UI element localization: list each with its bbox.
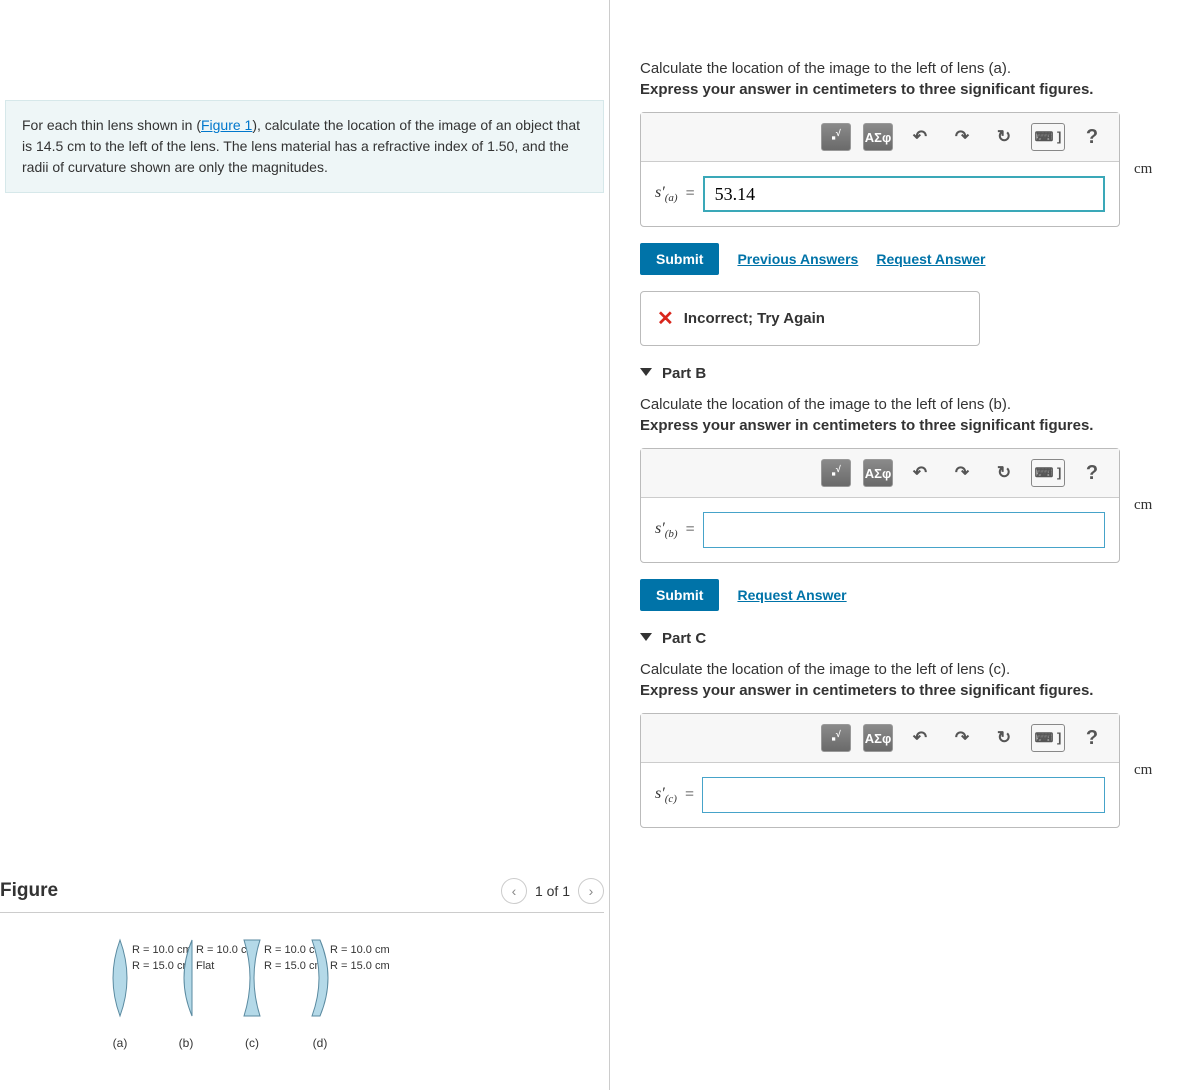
figure-title: Figure — [0, 880, 58, 902]
part-a-prompt: Calculate the location of the image to t… — [640, 60, 1200, 77]
part-b-header[interactable]: Part B — [640, 364, 1200, 382]
unit-c: cm — [1134, 762, 1152, 779]
input-toolbar: ▪√ ΑΣφ ↶ ↷ ↻ ⌨ ] ? — [641, 113, 1119, 162]
answer-input-b[interactable] — [703, 512, 1105, 548]
pager-label: 1 of 1 — [535, 883, 570, 899]
collapse-icon — [640, 633, 652, 647]
greek-icon[interactable]: ΑΣφ — [863, 123, 893, 151]
undo-icon[interactable]: ↶ — [905, 459, 935, 487]
part-b: Part B Calculate the location of the ima… — [640, 364, 1200, 611]
part-a-box: ▪√ ΑΣφ ↶ ↷ ↻ ⌨ ] ? s′(a) = — [640, 112, 1120, 227]
var-b: s′(b) — [655, 520, 678, 540]
help-icon[interactable]: ? — [1077, 123, 1107, 151]
submit-button-b[interactable]: Submit — [640, 579, 719, 611]
reset-icon[interactable]: ↻ — [989, 459, 1019, 487]
keyboard-icon[interactable]: ⌨ ] — [1031, 123, 1065, 151]
right-column: Calculate the location of the image to t… — [610, 0, 1200, 1090]
part-b-sub: Express your answer in centimeters to th… — [640, 417, 1200, 434]
figure-pager: ‹ 1 of 1 › — [501, 878, 604, 904]
unit-b: cm — [1134, 497, 1152, 514]
reset-icon[interactable]: ↻ — [989, 123, 1019, 151]
keyboard-icon[interactable]: ⌨ ] — [1031, 459, 1065, 487]
intro-box: For each thin lens shown in (Figure 1), … — [5, 100, 604, 193]
part-c-prompt: Calculate the location of the image to t… — [640, 661, 1200, 678]
undo-icon[interactable]: ↶ — [905, 123, 935, 151]
help-icon[interactable]: ? — [1077, 459, 1107, 487]
intro-prefix: For each thin lens shown in ( — [22, 117, 201, 133]
greek-icon[interactable]: ΑΣφ — [863, 459, 893, 487]
part-c: Part C Calculate the location of the ima… — [640, 629, 1200, 828]
redo-icon[interactable]: ↷ — [947, 123, 977, 151]
part-c-sub: Express your answer in centimeters to th… — [640, 682, 1200, 699]
reset-icon[interactable]: ↻ — [989, 724, 1019, 752]
submit-button-a[interactable]: Submit — [640, 243, 719, 275]
feedback-msg: Incorrect; Try Again — [684, 310, 825, 327]
template-icon[interactable]: ▪√ — [821, 724, 851, 752]
keyboard-icon[interactable]: ⌨ ] — [1031, 724, 1065, 752]
part-b-box: ▪√ ΑΣφ ↶ ↷ ↻ ⌨ ] ? s′(b) = — [640, 448, 1120, 563]
template-icon[interactable]: ▪√ — [821, 459, 851, 487]
figure-link[interactable]: Figure 1 — [201, 117, 252, 133]
answer-input-a[interactable] — [703, 176, 1105, 212]
part-b-prompt: Calculate the location of the image to t… — [640, 396, 1200, 413]
help-icon[interactable]: ? — [1077, 724, 1107, 752]
undo-icon[interactable]: ↶ — [905, 724, 935, 752]
pager-prev[interactable]: ‹ — [501, 878, 527, 904]
unit-a: cm — [1134, 161, 1152, 178]
lens-diagram: R = 10.0 cm R = 15.0 cm (a) R = 10.0 cm … — [0, 913, 604, 1060]
template-icon[interactable]: ▪√ — [821, 123, 851, 151]
part-c-box: ▪√ ΑΣφ ↶ ↷ ↻ ⌨ ] ? s′(c) = — [640, 713, 1120, 828]
part-a: Calculate the location of the image to t… — [640, 60, 1200, 346]
previous-answers-link[interactable]: Previous Answers — [737, 251, 858, 267]
feedback-box: ✕ Incorrect; Try Again — [640, 291, 980, 346]
redo-icon[interactable]: ↷ — [947, 724, 977, 752]
request-answer-link-a[interactable]: Request Answer — [876, 251, 985, 267]
part-c-header[interactable]: Part C — [640, 629, 1200, 647]
incorrect-icon: ✕ — [657, 306, 674, 331]
input-toolbar: ▪√ ΑΣφ ↶ ↷ ↻ ⌨ ] ? — [641, 449, 1119, 498]
figure-section: Figure ‹ 1 of 1 › R = 10.0 cm R = 15.0 c… — [0, 870, 609, 1090]
left-column: For each thin lens shown in (Figure 1), … — [0, 0, 610, 1090]
input-toolbar: ▪√ ΑΣφ ↶ ↷ ↻ ⌨ ] ? — [641, 714, 1119, 763]
greek-icon[interactable]: ΑΣφ — [863, 724, 893, 752]
answer-input-c[interactable] — [702, 777, 1105, 813]
part-a-sub: Express your answer in centimeters to th… — [640, 81, 1200, 98]
var-c: s′(c) — [655, 785, 677, 805]
redo-icon[interactable]: ↷ — [947, 459, 977, 487]
pager-next[interactable]: › — [578, 878, 604, 904]
var-a: s′(a) — [655, 184, 678, 204]
request-answer-link-b[interactable]: Request Answer — [737, 587, 846, 603]
collapse-icon — [640, 368, 652, 382]
